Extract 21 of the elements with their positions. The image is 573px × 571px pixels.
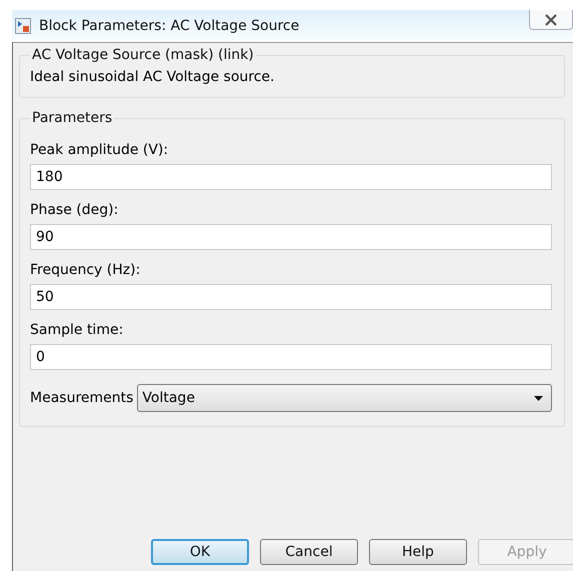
dialog-button[interactable]: Cancel bbox=[260, 539, 358, 565]
field-label: Phase (deg): bbox=[30, 202, 120, 218]
field-label: Measurements bbox=[30, 390, 134, 406]
input-field[interactable]: 50 bbox=[30, 284, 552, 310]
input-field[interactable]: 90 bbox=[30, 224, 552, 250]
measurements-dropdown[interactable]: Voltage bbox=[137, 384, 552, 412]
close-icon bbox=[544, 14, 558, 26]
caret-icon bbox=[534, 396, 543, 400]
block-diagram-icon bbox=[15, 18, 31, 34]
description-text: Ideal sinusoidal AC Voltage source. bbox=[30, 68, 276, 85]
dialog-button[interactable]: OK bbox=[151, 539, 249, 565]
input-field[interactable]: 0 bbox=[30, 344, 552, 370]
field-label: Frequency (Hz): bbox=[30, 262, 142, 278]
field-label: Sample time: bbox=[30, 322, 124, 338]
dialog-button[interactable]: Help bbox=[369, 539, 467, 565]
close-button[interactable] bbox=[529, 10, 573, 30]
window-title: Block Parameters: AC Voltage Source bbox=[39, 18, 300, 34]
field-label: Peak amplitude (V): bbox=[30, 142, 170, 158]
input-field[interactable]: 180 bbox=[30, 164, 552, 190]
group-title: Parameters bbox=[31, 110, 114, 126]
group-title: AC Voltage Source (mask) (link) bbox=[31, 47, 255, 63]
